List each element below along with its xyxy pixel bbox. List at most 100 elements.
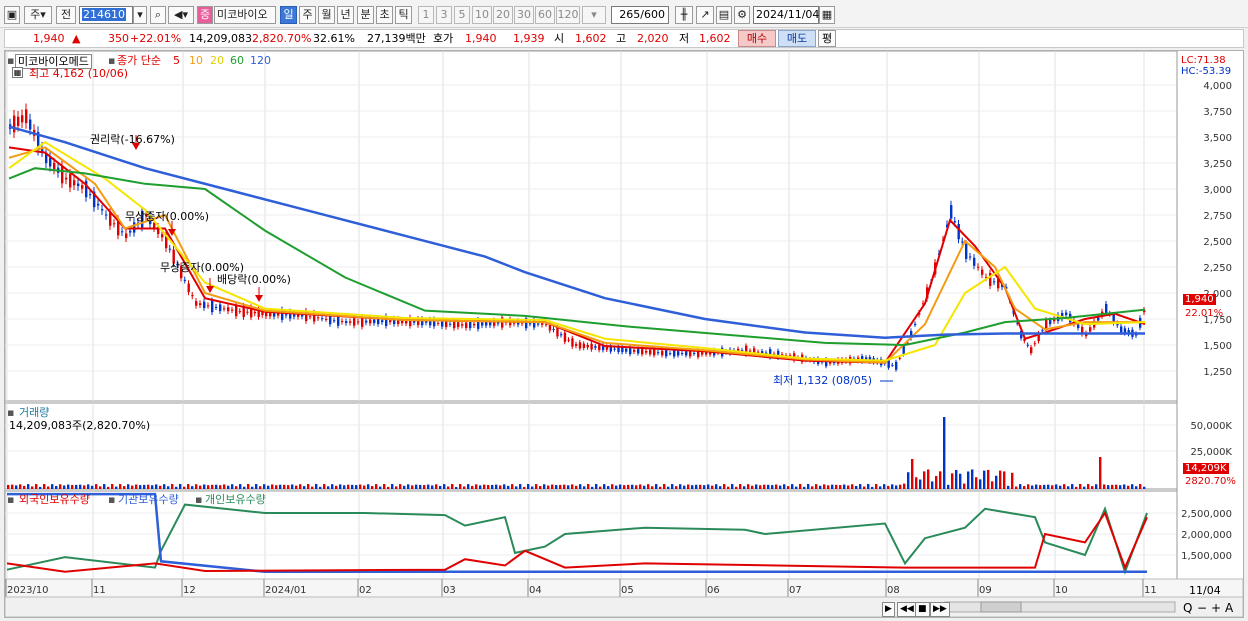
volume-bar (531, 486, 534, 489)
ma-label[interactable]: 종가 단순 (117, 54, 161, 67)
search-icon[interactable]: ⌕ (150, 6, 166, 24)
stop-icon[interactable]: ■ (915, 602, 930, 617)
volume-bar (599, 486, 602, 489)
y-tick-label: 1,250 (1203, 367, 1232, 378)
volume-bar (35, 484, 38, 489)
period-month[interactable]: 월 (318, 6, 335, 24)
count-input[interactable]: 265/600 (611, 6, 669, 24)
series-individual[interactable]: 개인보유수량 (205, 493, 266, 506)
volume-bar (955, 469, 958, 489)
volume-bar (363, 485, 366, 489)
volume-bar (1107, 485, 1110, 489)
period-day[interactable]: 일 (280, 6, 297, 24)
interval-30[interactable]: 30 (514, 6, 534, 24)
volume-panel-title[interactable]: 거래량 (19, 406, 49, 419)
eval-button[interactable]: 평 (818, 30, 836, 47)
volume-bar (635, 485, 638, 489)
volume-bar (151, 485, 154, 489)
volume-bar (967, 471, 970, 489)
period-second[interactable]: 초 (376, 6, 393, 24)
buy-button[interactable]: 매수 (738, 30, 776, 47)
sound-icon[interactable]: ◀▾ (168, 6, 194, 24)
quote-volume: 14,209,083 (189, 32, 252, 45)
interval-3[interactable]: 3 (436, 6, 452, 24)
auto-icon[interactable]: A (1225, 602, 1233, 615)
candle (563, 332, 567, 342)
volume-bar (711, 485, 714, 489)
candle (219, 304, 222, 312)
candle (133, 222, 136, 233)
volume-bar (411, 485, 414, 489)
stock-code-input[interactable]: 214610 (79, 6, 133, 24)
minus-icon[interactable]: − (1197, 602, 1207, 615)
volume-bar (399, 484, 402, 489)
date-input[interactable]: 2024/11/04 (753, 6, 819, 24)
interval-20[interactable]: 20 (493, 6, 513, 24)
interval-5[interactable]: 5 (454, 6, 470, 24)
quote-open: 1,602 (575, 32, 607, 45)
fast-forward-icon[interactable]: ▶▶ (930, 602, 950, 617)
volume-bar (451, 484, 454, 489)
interval-60[interactable]: 60 (535, 6, 555, 24)
volume-bar (1019, 484, 1022, 489)
draw-icon[interactable]: ↗ (696, 6, 714, 24)
candle (537, 323, 540, 325)
candle (333, 320, 336, 322)
volume-bar (463, 486, 466, 489)
volume-bar (619, 484, 622, 489)
interval-dropdown-icon[interactable]: ▾ (582, 6, 606, 24)
volume-bar (63, 485, 66, 489)
panel-dot-icon: ▪ (7, 493, 15, 506)
scroll-right-icon[interactable]: ▶ (882, 602, 895, 617)
prev-button[interactable]: 전 (56, 6, 76, 24)
period-week[interactable]: 주 (299, 6, 316, 24)
low-note: 최저 1,132 (08/05) (773, 374, 873, 387)
type-label: 주 (30, 8, 41, 21)
sell-button[interactable]: 매도 (778, 30, 816, 47)
save-icon[interactable]: ▤ (716, 6, 732, 24)
volume-bar (555, 485, 558, 489)
candle-icon[interactable]: ╫ (675, 6, 693, 24)
volume-bar (371, 486, 374, 489)
interval-10[interactable]: 10 (472, 6, 492, 24)
volume-bar (999, 470, 1002, 489)
volume-bar (175, 486, 178, 489)
type-select[interactable]: 주▾ (24, 6, 52, 24)
volume-bar (995, 475, 998, 489)
window-icon[interactable]: ▣ (4, 6, 20, 24)
plus-icon[interactable]: + (1211, 602, 1221, 615)
candle (653, 349, 656, 356)
count-value: 265 (619, 8, 641, 21)
volume-bar (991, 481, 994, 489)
chart-area[interactable]: 4,000 3,750 3,500 3,250 3,000 2,750 2,500 2,250… (4, 50, 1244, 618)
interval-120[interactable]: 120 (556, 6, 580, 24)
volume-bar (787, 486, 790, 489)
rewind-icon[interactable]: ◀◀ (897, 602, 917, 617)
series-institution[interactable]: 기관보유수량 (118, 493, 179, 506)
period-year[interactable]: 년 (337, 6, 354, 24)
volume-bar (223, 484, 226, 489)
volume-bar (903, 483, 906, 489)
grid-icon[interactable]: ▦ (12, 67, 23, 78)
ma-10-label: 10 (189, 54, 203, 67)
period-minute[interactable]: 분 (357, 6, 374, 24)
calendar-icon[interactable]: ▦ (819, 6, 835, 24)
candle (969, 256, 972, 258)
stock-chart-svg[interactable]: 4,000 3,750 3,500 3,250 3,000 2,750 2,500 2,250… (4, 50, 1244, 618)
series-foreign[interactable]: 외국인보유수량 (19, 493, 90, 506)
volume-bar (603, 484, 606, 489)
zoom-out-icon[interactable]: Q (1183, 602, 1192, 615)
candle (1026, 344, 1030, 346)
code-dropdown-icon[interactable]: ▾ (133, 6, 147, 24)
volume-bar (1075, 486, 1078, 489)
volume-bar (807, 484, 810, 489)
candle (977, 266, 980, 268)
up-arrow-icon: ▲ (72, 32, 81, 45)
candle (693, 352, 696, 354)
interval-1[interactable]: 1 (418, 6, 434, 24)
volume-bar (719, 486, 722, 489)
volume-bar (823, 484, 826, 489)
period-tick[interactable]: 틱 (395, 6, 412, 24)
gear-icon[interactable]: ⚙ (734, 6, 750, 24)
candle (413, 321, 416, 323)
